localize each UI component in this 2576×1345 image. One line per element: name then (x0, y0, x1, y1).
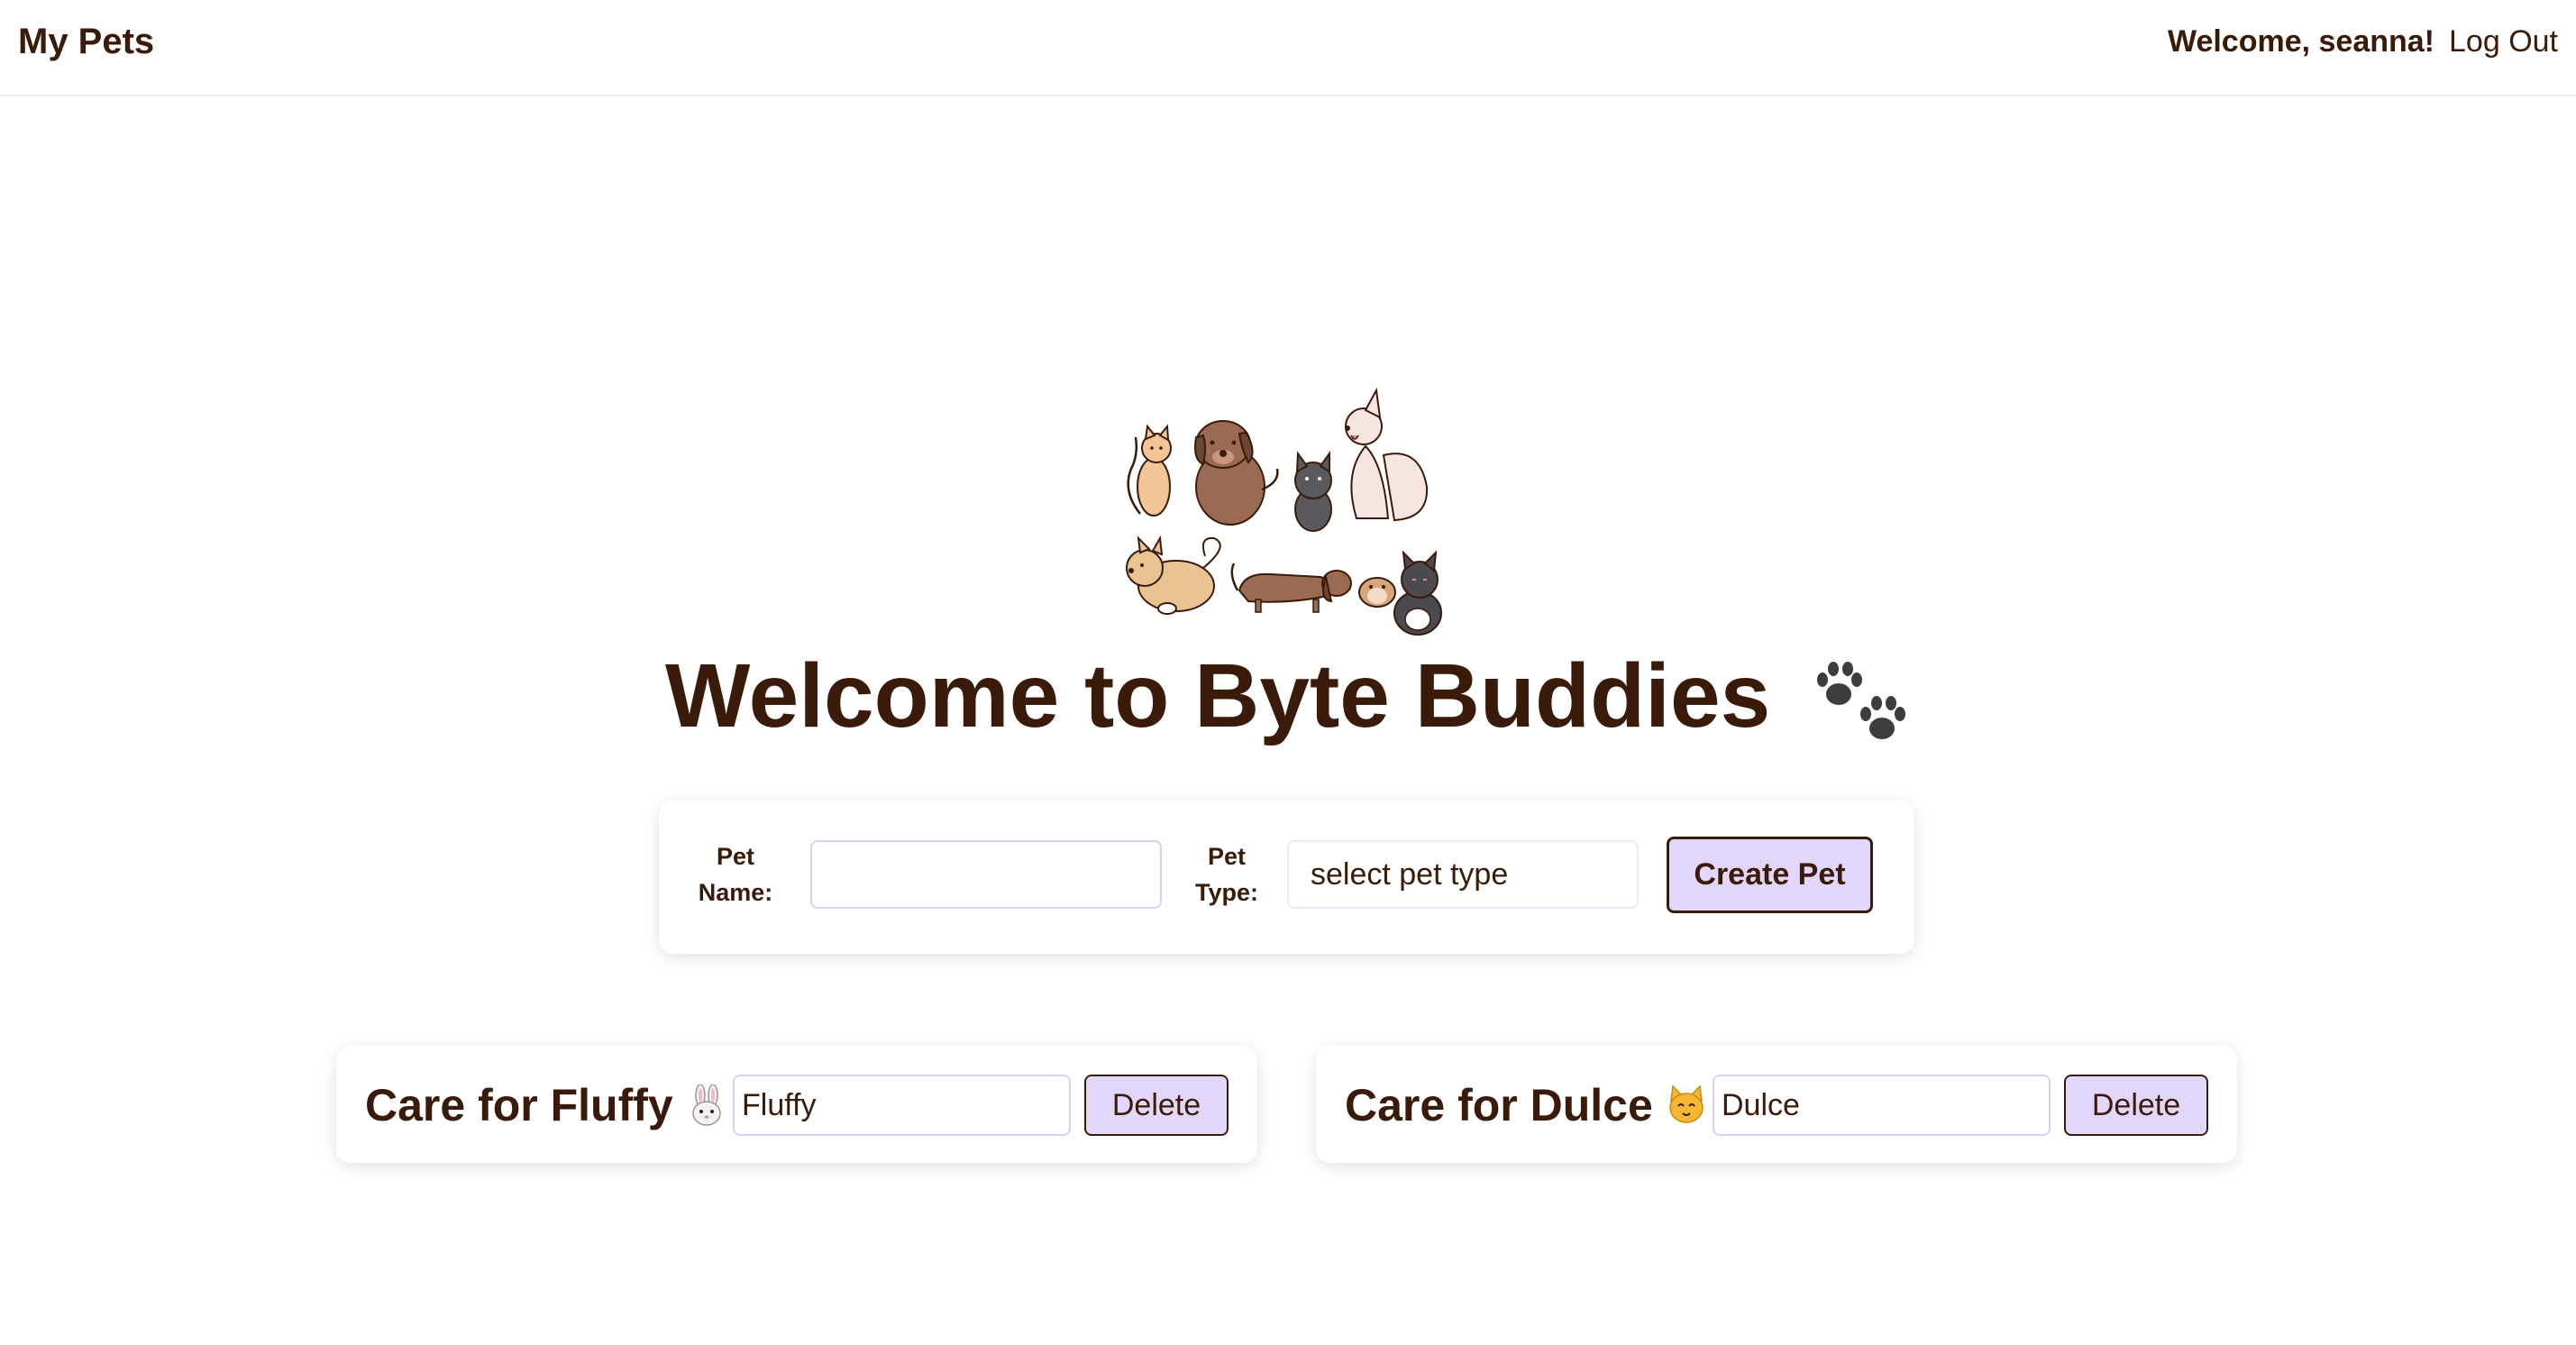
orange-cat-drawing (1127, 424, 1172, 517)
pet-name-edit-input[interactable] (733, 1075, 1071, 1136)
pet-card-fluffy: Care for Fluffy Delete (336, 1046, 1257, 1163)
create-pet-button[interactable]: Create Pet (1667, 837, 1873, 913)
hamster-drawing (1358, 577, 1396, 608)
pet-card-title: Care for Dulce (1345, 1078, 1707, 1132)
paw-prints-icon (1816, 661, 1905, 739)
hero-title-text: Welcome to Byte Buddies (665, 645, 1771, 746)
pet-card-title-text: Care for Fluffy (365, 1080, 673, 1130)
user-area: Welcome, seanna! Log Out (2168, 20, 2558, 63)
pets-illustration (1126, 387, 1442, 636)
brand-link[interactable]: My Pets (18, 20, 154, 63)
pet-card-title-text: Care for Dulce (1345, 1080, 1653, 1130)
brown-dog-drawing (1194, 420, 1279, 526)
pet-type-selected-value: select pet type (1311, 856, 1509, 892)
welcome-user-text: Welcome, seanna! (2167, 24, 2435, 59)
hero-title: Welcome to Byte Buddies (0, 642, 2576, 750)
pet-name-label-line2: Name: (698, 879, 773, 906)
pet-name-label: Pet Name: (695, 838, 776, 910)
pet-type-label-line1: Pet (1207, 843, 1247, 870)
dachshund-drawing (1230, 563, 1352, 613)
white-dog-drawing (1345, 387, 1429, 522)
shiba-dog-drawing (1126, 535, 1221, 615)
grey-terrier-drawing (1294, 450, 1332, 532)
logout-link[interactable]: Log Out (2449, 20, 2558, 63)
delete-button[interactable]: Delete (1084, 1075, 1229, 1136)
top-nav-bar: My Pets Welcome, seanna! Log Out (0, 0, 2576, 96)
pet-name-input[interactable] (810, 840, 1162, 909)
pet-type-label: Pet Type: (1186, 838, 1267, 910)
create-pet-form: Pet Name: Pet Type: select pet type Crea… (659, 801, 1914, 954)
rabbit-icon (691, 1084, 721, 1126)
pet-name-label-line1: Pet (716, 843, 755, 870)
pet-card-dulce: Care for Dulce Delete (1316, 1046, 2237, 1163)
cat-icon (1669, 1084, 1704, 1123)
black-cat-drawing (1393, 550, 1442, 636)
pet-type-select[interactable]: select pet type (1287, 840, 1639, 909)
pet-name-edit-input[interactable] (1713, 1075, 2051, 1136)
pet-card-title: Care for Fluffy (365, 1078, 727, 1132)
delete-button[interactable]: Delete (2064, 1075, 2208, 1136)
pet-type-label-line2: Type: (1194, 879, 1258, 906)
